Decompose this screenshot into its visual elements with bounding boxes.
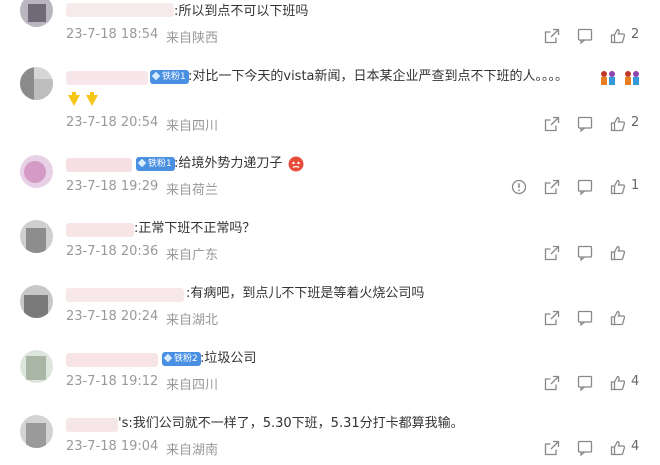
thumb-up-icon[interactable] [610, 310, 626, 326]
report-icon[interactable] [511, 179, 527, 195]
comment-text: :对比一下今天的vista新闻，日本某企业严查到点不下班的人。。。。 [188, 69, 569, 84]
comment-text: :有病吧，到点儿不下班是等着火烧公司吗 [186, 286, 425, 301]
share-icon[interactable] [544, 28, 560, 44]
comment-icon[interactable] [577, 245, 593, 261]
comment-location: 来自湖南 [166, 443, 219, 458]
comment-location: 来自广东 [166, 248, 219, 263]
like-count: 4 [631, 439, 640, 454]
comment-text: :所以到点不可以下班吗 [174, 4, 309, 19]
comment-item: :有病吧，到点儿不下班是等着火烧公司吗 23-7-18 20:24 来自湖北 [0, 280, 660, 330]
comment-date: 23-7-18 20:36 [66, 244, 159, 259]
thumb-up-icon[interactable] [610, 440, 626, 456]
comment-icon[interactable] [577, 375, 593, 391]
comment-location: 来自陕西 [166, 31, 219, 46]
comment-text: :给境外势力递刀子 [174, 156, 283, 171]
fan-badge: 铁粉2 [162, 352, 201, 366]
avatar[interactable] [20, 155, 53, 188]
comment-item: 铁粉2 :垃圾公司 23-7-18 19:12 来自四川 [0, 345, 660, 395]
comment-icon[interactable] [577, 28, 593, 44]
comment-icon[interactable] [577, 116, 593, 132]
comment-icon[interactable] [577, 310, 593, 326]
avatar[interactable] [20, 67, 53, 100]
comment-location: 来自湖北 [166, 313, 219, 328]
comment-item: 铁粉1 :给境外势力递刀子 23-7-18 19:29 来自荷兰 [0, 150, 660, 200]
like-count: 2 [631, 27, 640, 42]
thumb-up-icon[interactable] [610, 375, 626, 391]
avatar[interactable] [20, 415, 53, 448]
username-blurred[interactable] [66, 418, 118, 432]
comment-date: 23-7-18 19:04 [66, 439, 159, 454]
comment-date: 23-7-18 19:29 [66, 179, 159, 194]
avatar[interactable] [20, 220, 53, 253]
comment-item: :正常下班不正常吗？ 23-7-18 20:36 来自广东 [0, 215, 660, 265]
username-blurred[interactable] [66, 288, 184, 302]
comment-text: :垃圾公司 [200, 351, 257, 366]
comment-date: 23-7-18 18:54 [66, 27, 159, 42]
like-count: 2 [631, 115, 640, 130]
like-count: 4 [631, 374, 640, 389]
comment-location: 来自四川 [166, 378, 219, 393]
avatar[interactable] [20, 0, 53, 27]
username-blurred[interactable] [66, 158, 132, 172]
username-blurred[interactable] [66, 71, 148, 85]
thumb-up-icon[interactable] [610, 28, 626, 44]
username-blurred[interactable] [66, 223, 134, 237]
pointing-hand-emoji [68, 92, 98, 106]
angry-face-emoji [288, 156, 304, 172]
comment-text: 's:我们公司就不一样了，5.30下班，5.31分打卡都算我输。 [118, 416, 464, 431]
share-icon[interactable] [544, 375, 560, 391]
avatar[interactable] [20, 285, 53, 318]
username-blurred[interactable] [66, 3, 174, 17]
share-icon[interactable] [544, 310, 560, 326]
comment-item: 's:我们公司就不一样了，5.30下班，5.31分打卡都算我输。 23-7-18… [0, 410, 660, 465]
like-count: 1 [631, 178, 640, 193]
thumb-up-icon[interactable] [610, 179, 626, 195]
username-blurred[interactable] [66, 353, 158, 367]
comment-location: 来自荷兰 [166, 183, 219, 198]
comment-date: 23-7-18 19:12 [66, 374, 159, 389]
thumb-up-icon[interactable] [610, 116, 626, 132]
comment-icon[interactable] [577, 440, 593, 456]
comment-date: 23-7-18 20:24 [66, 309, 159, 324]
avatar[interactable] [20, 350, 53, 383]
comment-location: 来自四川 [166, 119, 219, 134]
comment-text: :正常下班不正常吗？ [134, 221, 256, 236]
share-icon[interactable] [544, 116, 560, 132]
family-emoji [601, 71, 639, 85]
fan-badge: 铁粉1 [136, 157, 175, 171]
share-icon[interactable] [544, 245, 560, 261]
comment-item: :所以到点不可以下班吗 23-7-18 18:54 来自陕西 [0, 0, 660, 50]
comment-icon[interactable] [577, 179, 593, 195]
comment-item: 铁粉1 :对比一下今天的vista新闻，日本某企业严查到点不下班的人。。。。 2… [0, 63, 660, 135]
share-icon[interactable] [544, 179, 560, 195]
fan-badge: 铁粉1 [150, 70, 189, 84]
thumb-up-icon[interactable] [610, 245, 626, 261]
share-icon[interactable] [544, 440, 560, 456]
comment-date: 23-7-18 20:54 [66, 115, 159, 130]
